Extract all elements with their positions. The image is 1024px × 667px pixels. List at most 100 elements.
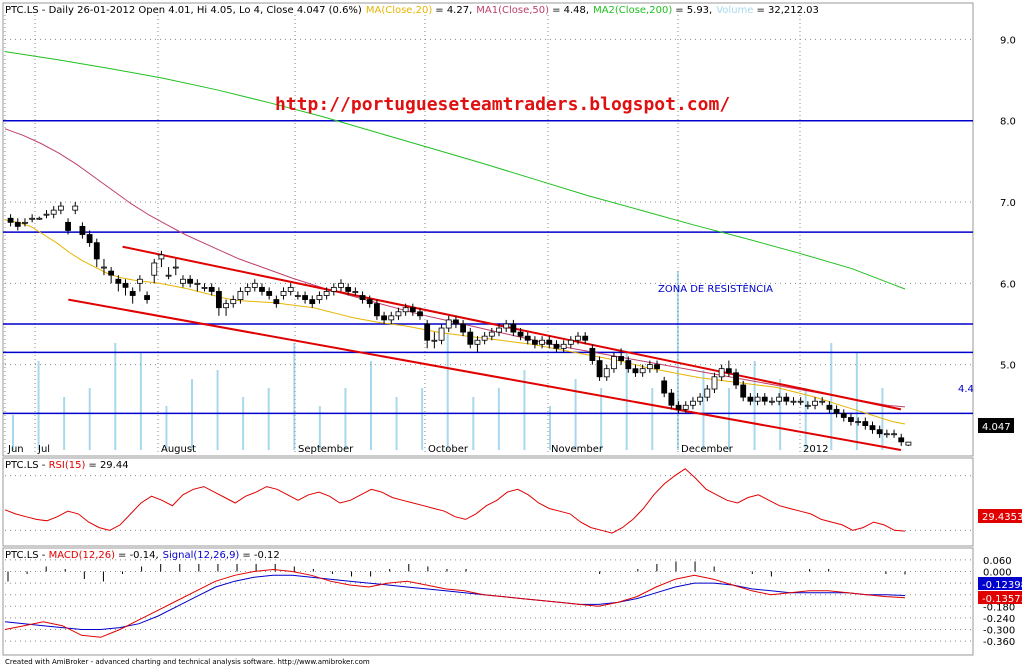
candle-body [338, 282, 344, 288]
y-axis-label: 9.0 [1000, 35, 1016, 46]
price-header: PTC.LS - Daily 26-01-2012 Open 4.01, Hi … [5, 5, 819, 16]
candle-body [855, 421, 862, 423]
candle-body [201, 286, 208, 289]
candle-body [122, 282, 129, 288]
trend-channel [68, 245, 902, 451]
macd-header-prefix: PTC.LS - [5, 550, 49, 561]
candle-body [603, 368, 610, 378]
volume-value: = 32,212.03 [756, 5, 818, 16]
candle-body [560, 343, 567, 349]
candle-body [790, 400, 797, 403]
candle-body [697, 396, 704, 402]
price-level-label: 4.4 [958, 384, 974, 395]
candle-body [359, 295, 366, 300]
stock-chart: Jun Jul August September October November Dece… [2, 2, 1024, 666]
candle-body [517, 331, 524, 337]
candle-body [402, 307, 409, 313]
rsi-header-value: = 29.44 [88, 460, 128, 471]
candle-body [22, 221, 28, 224]
candle-body [93, 242, 100, 260]
candle-body [862, 421, 869, 427]
candle-body [675, 404, 682, 410]
candle-body [460, 323, 466, 333]
candle-body [740, 384, 747, 398]
candle-body [618, 356, 625, 361]
price-header-main: PTC.LS - Daily 26-01-2012 Open 4.01, Hi … [5, 5, 362, 16]
candle-body [682, 404, 689, 410]
candle-body [14, 221, 21, 227]
candle-body [898, 437, 905, 443]
candle-body [108, 270, 115, 276]
candle-body [158, 254, 165, 260]
candle-body [187, 278, 194, 284]
candle-body [366, 299, 373, 305]
candle-body [718, 368, 725, 378]
volume-label: Volume [716, 5, 753, 16]
candle-body [287, 286, 294, 292]
candle-body [230, 299, 237, 305]
candle-body [144, 295, 150, 300]
y-axis-label: 5.0 [1000, 361, 1016, 372]
ma20-value: = 4.27, [435, 5, 472, 16]
candle-body [848, 417, 854, 422]
candle-body [611, 356, 617, 370]
candle-body [546, 339, 553, 345]
footer-credit: Created with AmiBroker - advanced charti… [5, 658, 370, 666]
candle-body [575, 335, 581, 341]
candle-body [747, 396, 754, 402]
rsi-line [4, 468, 973, 534]
candle-body [445, 319, 452, 329]
candle-body [474, 339, 481, 345]
candle-body [646, 364, 653, 370]
candle-body [266, 291, 273, 296]
x-axis-label: November [551, 444, 604, 455]
candle-body [891, 433, 897, 436]
candle-body [79, 226, 86, 235]
candle-body [43, 213, 50, 216]
candle-body [704, 388, 711, 398]
candle-body [826, 404, 833, 410]
candle-body [639, 368, 646, 374]
x-axis-label: 2012 [803, 444, 828, 455]
candle-body [417, 311, 423, 317]
candle-body [251, 282, 258, 288]
candle-body [833, 408, 840, 414]
macd-header-value: = -0.14, [118, 550, 159, 561]
candle-body [797, 400, 804, 403]
rsi-line [4, 468, 906, 534]
candle-body [151, 262, 158, 276]
x-axis-label: September [298, 444, 354, 455]
candle-body [725, 368, 732, 374]
candle-body [323, 291, 330, 296]
candle-body [409, 307, 416, 313]
last-close-value: 4.047 [982, 422, 1011, 433]
candle-body [223, 303, 229, 309]
candle-body [510, 323, 517, 333]
candle-body [302, 295, 308, 300]
y-axis-label: 8.0 [1000, 117, 1016, 128]
candle-body [86, 234, 93, 244]
ma50-value: = 4.48, [552, 5, 589, 16]
candle-body [776, 396, 783, 402]
candle-body [769, 400, 775, 403]
rsi-panel-frame [2, 457, 974, 547]
candle-body [812, 400, 818, 406]
candle-body [374, 303, 380, 317]
blog-url: http://portugueseteamtraders.blogspot.co… [275, 94, 730, 115]
ma200-line [4, 51, 906, 290]
ma20-label: MA(Close,20) [366, 5, 433, 16]
candle-body [488, 331, 495, 337]
candle-body [309, 299, 316, 305]
macd-line [4, 568, 906, 638]
candle-body [388, 315, 395, 321]
candle-body [237, 291, 244, 300]
candle-body [761, 396, 768, 402]
candle-body [280, 291, 287, 296]
candle-body [7, 217, 14, 223]
candle-body [244, 286, 251, 292]
candle-body [819, 400, 826, 403]
candle-body [36, 217, 43, 220]
candle-body [668, 392, 675, 406]
candle-body [783, 396, 790, 402]
x-axis-label: Jun [7, 444, 24, 455]
